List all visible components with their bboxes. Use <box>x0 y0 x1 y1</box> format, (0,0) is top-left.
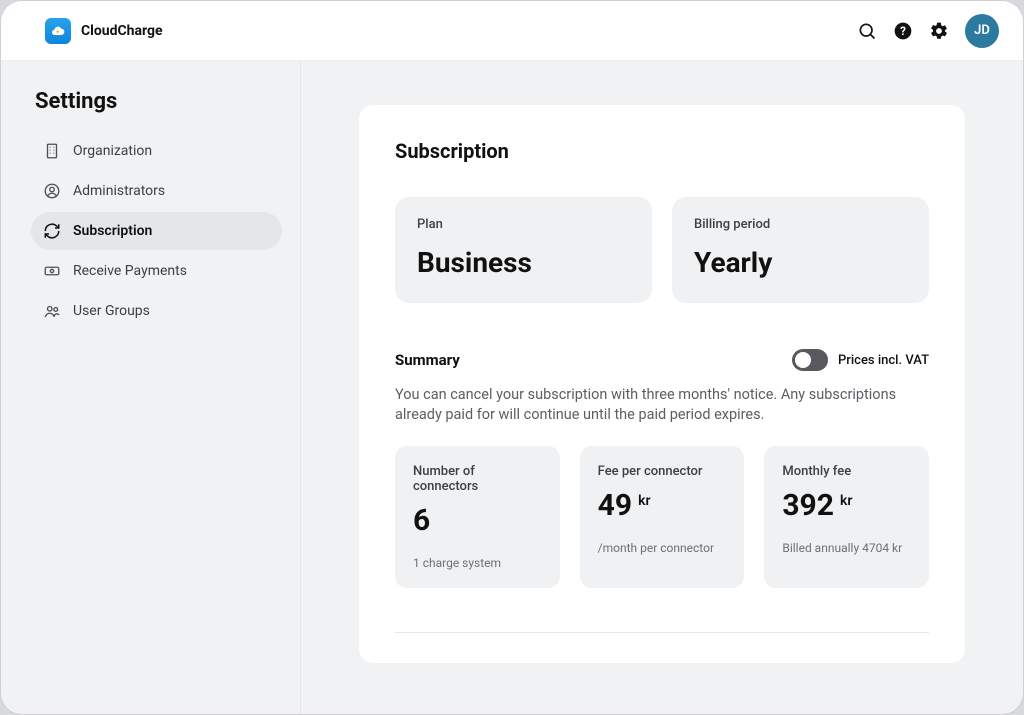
subscription-card: Subscription Plan Business Billing perio… <box>359 105 965 663</box>
brand[interactable]: CloudCharge <box>45 18 163 44</box>
billing-period-card[interactable]: Billing period Yearly <box>672 197 929 303</box>
brand-name: CloudCharge <box>81 23 163 39</box>
stat-label: Number of connectors <box>413 464 542 494</box>
billing-period-value: Yearly <box>694 246 907 279</box>
plan-card[interactable]: Plan Business <box>395 197 652 303</box>
content: Subscription Plan Business Billing perio… <box>301 61 1023 714</box>
page-heading: Subscription <box>395 139 929 163</box>
plan-label: Plan <box>417 217 630 232</box>
sidebar-item-label: Organization <box>73 143 152 159</box>
stat-sub: /month per connector <box>598 541 727 555</box>
stat-label: Monthly fee <box>782 464 911 479</box>
stat-sub: Billed annually 4704 kr <box>782 541 911 555</box>
help-icon[interactable]: ? <box>893 21 913 41</box>
nav: Organization Administrators Subscription <box>31 132 282 330</box>
vat-toggle-group: Prices incl. VAT <box>792 349 929 371</box>
app-window: CloudCharge ? JD Settings Orga <box>0 0 1024 715</box>
summary-description: You can cancel your subscription with th… <box>395 385 915 426</box>
stat-monthly: Monthly fee 392kr Billed annually 4704 k… <box>764 446 929 588</box>
vat-toggle[interactable] <box>792 349 828 371</box>
sidebar-item-label: User Groups <box>73 303 150 319</box>
svg-text:?: ? <box>900 24 906 38</box>
stat-value: 49kr <box>598 491 727 521</box>
sidebar-item-receive-payments[interactable]: Receive Payments <box>31 252 282 290</box>
topbar: CloudCharge ? JD <box>1 1 1023 61</box>
summary-heading: Summary <box>395 351 460 369</box>
top-actions: ? JD <box>857 14 999 48</box>
stat-value: 6 <box>413 506 542 536</box>
gear-icon[interactable] <box>929 21 949 41</box>
sidebar-item-administrators[interactable]: Administrators <box>31 172 282 210</box>
vat-label: Prices incl. VAT <box>838 353 929 368</box>
stats-row: Number of connectors 6 1 charge system F… <box>395 446 929 588</box>
sidebar: Settings Organization Administrators <box>1 61 301 714</box>
plan-row: Plan Business Billing period Yearly <box>395 197 929 303</box>
sidebar-item-label: Administrators <box>73 183 165 199</box>
avatar[interactable]: JD <box>965 14 999 48</box>
divider <box>395 632 929 633</box>
brand-logo-icon <box>45 18 71 44</box>
body: Settings Organization Administrators <box>1 61 1023 714</box>
stat-label: Fee per connector <box>598 464 727 479</box>
sidebar-item-organization[interactable]: Organization <box>31 132 282 170</box>
building-icon <box>43 142 61 160</box>
sidebar-item-label: Subscription <box>73 223 152 239</box>
stat-connectors: Number of connectors 6 1 charge system <box>395 446 560 588</box>
search-icon[interactable] <box>857 21 877 41</box>
refresh-icon <box>43 222 61 240</box>
banknote-icon <box>43 262 61 280</box>
sidebar-item-user-groups[interactable]: User Groups <box>31 292 282 330</box>
sidebar-title: Settings <box>35 89 282 114</box>
user-circle-icon <box>43 182 61 200</box>
billing-period-label: Billing period <box>694 217 907 232</box>
stat-sub: 1 charge system <box>413 556 542 570</box>
summary-header: Summary Prices incl. VAT <box>395 349 929 371</box>
stat-fee: Fee per connector 49kr /month per connec… <box>580 446 745 588</box>
sidebar-item-subscription[interactable]: Subscription <box>31 212 282 250</box>
plan-value: Business <box>417 246 630 279</box>
users-icon <box>43 302 61 320</box>
stat-value: 392kr <box>782 491 911 521</box>
sidebar-item-label: Receive Payments <box>73 263 187 279</box>
